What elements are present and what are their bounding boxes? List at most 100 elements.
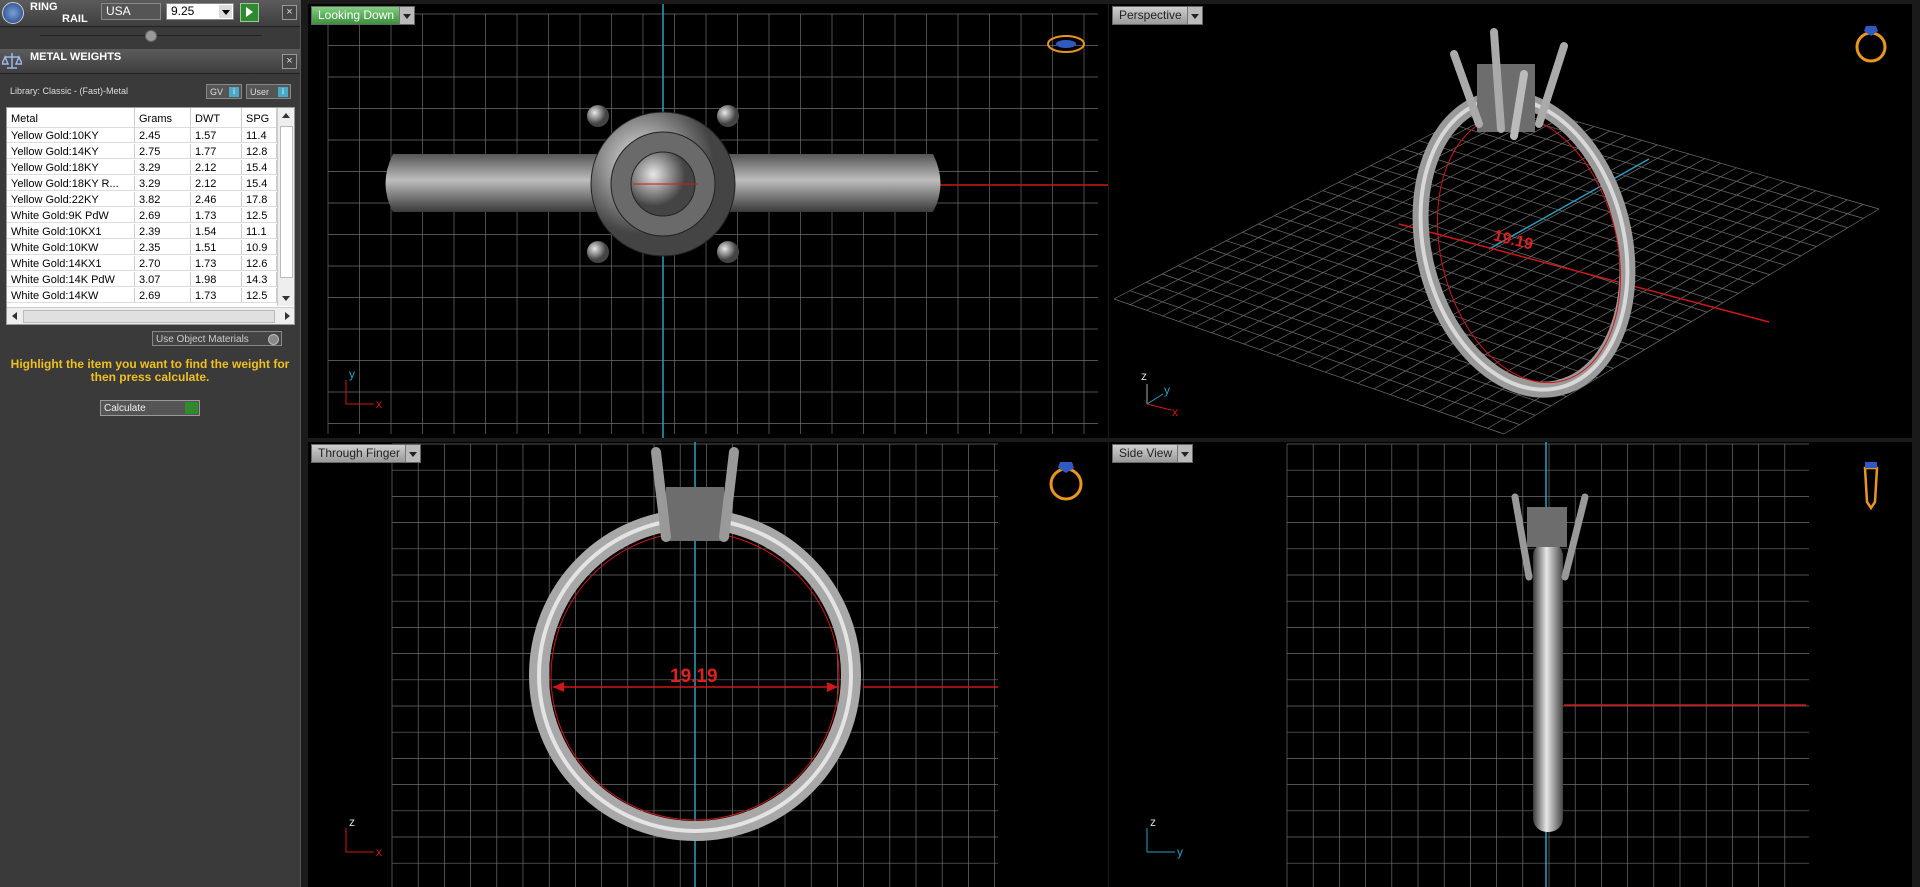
chevron-down-icon[interactable] xyxy=(399,7,415,24)
viewport-menu-perspective[interactable]: Perspective xyxy=(1112,6,1203,25)
spg-cell: 17.8 xyxy=(242,192,277,207)
scroll-right-icon[interactable] xyxy=(285,312,290,320)
table-row[interactable]: Yellow Gold:18KY R... 3.29 2.12 15.4 xyxy=(7,176,277,192)
use-object-materials-label: Use Object Materials xyxy=(156,334,249,345)
spg-cell: 12.8 xyxy=(242,144,277,159)
gizmo-label-x: x xyxy=(376,845,382,859)
ring-view-icon[interactable] xyxy=(1049,462,1083,501)
grams-cell: 3.82 xyxy=(135,192,191,207)
spg-cell: 15.4 xyxy=(242,160,277,175)
scale-icon xyxy=(0,51,24,71)
grid-line xyxy=(1390,176,1769,395)
prong xyxy=(587,105,609,127)
viewport-perspective[interactable]: z y x 19.19 Perspective xyxy=(1109,4,1912,438)
spg-cell: 12.5 xyxy=(242,288,277,303)
viewport-title: Through Finger xyxy=(318,446,401,460)
grid-line xyxy=(1450,123,1833,238)
table-row[interactable]: Yellow Gold:14KY 2.75 1.77 12.8 xyxy=(7,144,277,160)
calculate-button[interactable]: Calculate xyxy=(100,400,200,416)
scroll-up-icon[interactable] xyxy=(282,113,290,118)
ring-view-icon[interactable] xyxy=(1855,26,1887,63)
table-horizontal-scrollbar[interactable] xyxy=(7,307,294,324)
metal-cell: White Gold:14K PdW xyxy=(7,272,135,287)
dwt-cell: 1.98 xyxy=(191,272,242,287)
dwt-cell: 1.73 xyxy=(191,208,242,223)
ring-rail-logo-icon xyxy=(2,2,24,24)
axis-gizmo: y x xyxy=(345,367,382,411)
table-row[interactable]: Yellow Gold:10KY 2.45 1.57 11.4 xyxy=(7,128,277,144)
ring-rail-title-1: RING xyxy=(30,1,58,13)
table-row[interactable]: White Gold:10KX1 2.39 1.54 11.1 xyxy=(7,224,277,240)
dwt-cell: 1.73 xyxy=(191,288,242,303)
grid-line xyxy=(1466,115,1848,229)
scroll-thumb-horizontal[interactable] xyxy=(23,310,275,323)
table-row[interactable]: White Gold:14KX1 2.70 1.73 12.6 xyxy=(7,256,277,272)
metal-cell: Yellow Gold:18KY xyxy=(7,160,135,175)
table-vertical-scrollbar[interactable] xyxy=(277,108,294,306)
chevron-down-icon[interactable] xyxy=(1186,7,1202,24)
scroll-down-icon[interactable] xyxy=(282,296,290,301)
axis-gizmo: z x xyxy=(345,815,382,859)
x-axis-line xyxy=(1398,223,1770,323)
gv-toggle[interactable]: GV i xyxy=(206,84,242,99)
side-view-canvas[interactable]: z y xyxy=(1109,442,1912,887)
table-row[interactable]: White Gold:10KW 2.35 1.51 10.9 xyxy=(7,240,277,256)
spg-cell: 14.3 xyxy=(242,272,277,287)
viewport-menu-through-finger[interactable]: Through Finger xyxy=(311,444,422,463)
viewport-title: Perspective xyxy=(1119,8,1182,22)
info-icon: i xyxy=(229,87,239,97)
use-object-materials-button[interactable]: Use Object Materials xyxy=(152,331,282,346)
viewport-menu-looking-down[interactable]: Looking Down xyxy=(311,6,416,25)
apply-size-button[interactable] xyxy=(240,3,259,22)
column-header-metal[interactable]: Metal xyxy=(7,108,135,128)
viewport-side-view[interactable]: z y Side View xyxy=(1109,442,1912,887)
column-header-dwt[interactable]: DWT xyxy=(191,108,242,128)
metal-weights-title: METAL WEIGHTS xyxy=(30,51,122,63)
ring-view-icon[interactable] xyxy=(1047,35,1085,53)
dwt-cell: 1.77 xyxy=(191,144,242,159)
spg-cell: 12.6 xyxy=(242,256,277,271)
metal-cell: White Gold:14KW xyxy=(7,288,135,303)
ring-size-select[interactable]: 9.25 xyxy=(166,3,234,20)
dwt-cell: 1.57 xyxy=(191,128,242,143)
scroll-thumb[interactable] xyxy=(280,126,293,278)
dimension-label: 19.19 xyxy=(670,666,718,687)
metal-weights-header: METAL WEIGHTS × xyxy=(0,49,300,74)
through-finger-canvas[interactable]: z x xyxy=(308,442,1108,887)
spg-cell: 15.4 xyxy=(242,176,277,191)
table-header: Metal Grams DWT SPG xyxy=(7,108,277,128)
region-select[interactable]: USA xyxy=(101,3,161,20)
column-header-grams[interactable]: Grams xyxy=(135,108,191,128)
close-metal-weights-button[interactable]: × xyxy=(282,54,297,69)
gizmo-label-z: z xyxy=(1150,815,1156,829)
viewport-through-finger[interactable]: z x 19.19 Through Finger xyxy=(308,442,1108,887)
grams-cell: 2.45 xyxy=(135,128,191,143)
table-row[interactable]: Yellow Gold:22KY 3.82 2.46 17.8 xyxy=(7,192,277,208)
instruction-text: Highlight the item you want to find the … xyxy=(10,357,290,384)
chevron-down-icon[interactable] xyxy=(405,445,421,462)
ring-top-view[interactable] xyxy=(385,105,941,263)
gizmo-label-y: y xyxy=(349,367,355,381)
table-row[interactable]: Yellow Gold:18KY 3.29 2.12 15.4 xyxy=(7,160,277,176)
table-row[interactable]: White Gold:9K PdW 2.69 1.73 12.5 xyxy=(7,208,277,224)
close-ring-rail-button[interactable]: × xyxy=(282,5,297,20)
ring-view-icon[interactable] xyxy=(1863,462,1879,511)
looking-down-canvas[interactable]: y x xyxy=(308,4,1108,438)
slider-handle-icon[interactable] xyxy=(145,30,157,42)
viewport-looking-down[interactable]: y x Looking Down xyxy=(308,4,1108,438)
table-row[interactable]: White Gold:14K PdW 3.07 1.98 14.3 xyxy=(7,272,277,288)
table-row[interactable]: White Gold:14KW 2.69 1.73 12.5 xyxy=(7,288,277,304)
panel-divider-slider[interactable] xyxy=(40,30,262,42)
column-header-spg[interactable]: SPG xyxy=(242,108,277,128)
gizmo-label-z: z xyxy=(1141,369,1147,383)
ring-size-value: 9.25 xyxy=(171,4,195,18)
perspective-canvas[interactable]: z y x xyxy=(1109,4,1912,438)
ring-side-view[interactable] xyxy=(1511,493,1589,832)
spg-cell: 10.9 xyxy=(242,240,277,255)
ring-rail-header: RING RAIL USA 9.25 × xyxy=(0,0,300,27)
viewport-menu-side-view[interactable]: Side View xyxy=(1112,444,1194,463)
user-toggle[interactable]: User i xyxy=(246,84,291,99)
chevron-down-icon[interactable] xyxy=(219,5,232,18)
chevron-down-icon[interactable] xyxy=(1177,445,1193,462)
scroll-left-icon[interactable] xyxy=(12,312,17,320)
